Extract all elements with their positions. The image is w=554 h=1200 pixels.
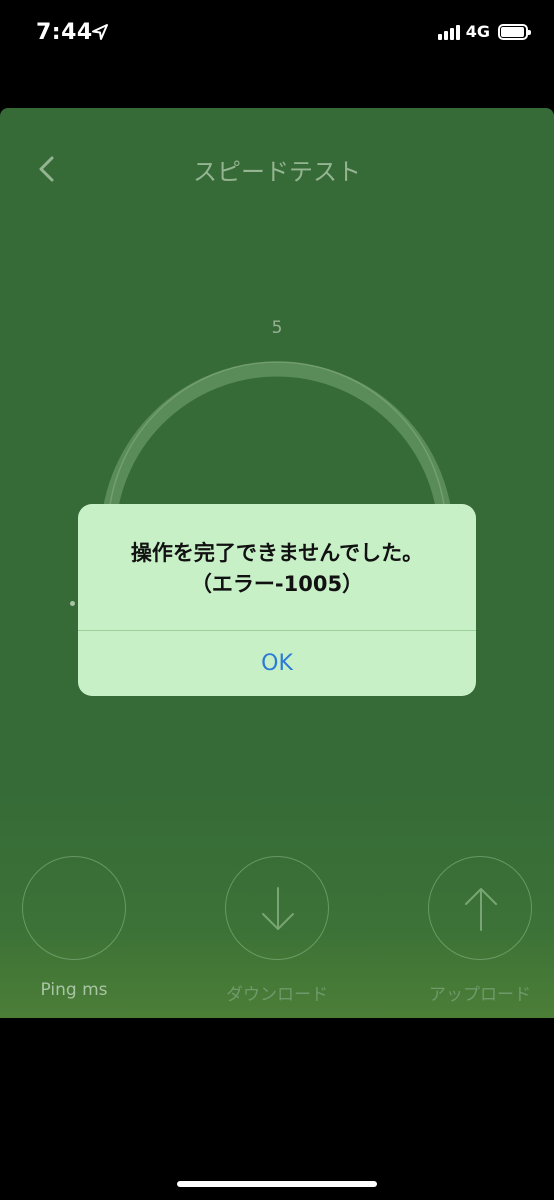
location-arrow-icon — [92, 24, 108, 40]
metric-label-ping: Ping ms — [40, 980, 108, 1000]
alert-message: 操作を完了できませんでした。 （エラー-1005） — [78, 538, 476, 600]
signal-bars-icon — [437, 24, 460, 40]
download-circle — [225, 856, 329, 960]
ping-circle — [22, 856, 126, 960]
arrow-down-icon — [262, 887, 294, 930]
metric-label-upload: アップロード — [429, 985, 531, 1005]
status-indicators: 4G — [437, 22, 531, 41]
alert-message-line1: 操作を完了できませんでした。 — [130, 541, 424, 565]
arrow-up-icon — [465, 888, 497, 931]
gauge-tick-label: 5 — [271, 318, 283, 338]
alert-message-line2: （エラー-1005） — [190, 572, 364, 596]
battery-icon — [498, 23, 531, 40]
ok-button[interactable]: OK — [78, 631, 476, 696]
metric-label-download: ダウンロード — [226, 985, 328, 1005]
metrics-row: Ping ms ダウンロード アップロード — [0, 856, 554, 1006]
gauge-marker — [70, 601, 75, 606]
metric-download: ダウンロード — [197, 856, 357, 1005]
status-bar: 7:44 4G — [0, 0, 554, 70]
upload-circle — [428, 856, 532, 960]
status-time: 7:44 — [36, 20, 93, 45]
metric-ping: Ping ms — [0, 856, 154, 1000]
home-indicator[interactable] — [177, 1181, 377, 1187]
network-type: 4G — [465, 22, 490, 41]
metric-upload: アップロード — [400, 856, 554, 1005]
error-alert-dialog: 操作を完了できませんでした。 （エラー-1005） OK — [78, 504, 476, 696]
